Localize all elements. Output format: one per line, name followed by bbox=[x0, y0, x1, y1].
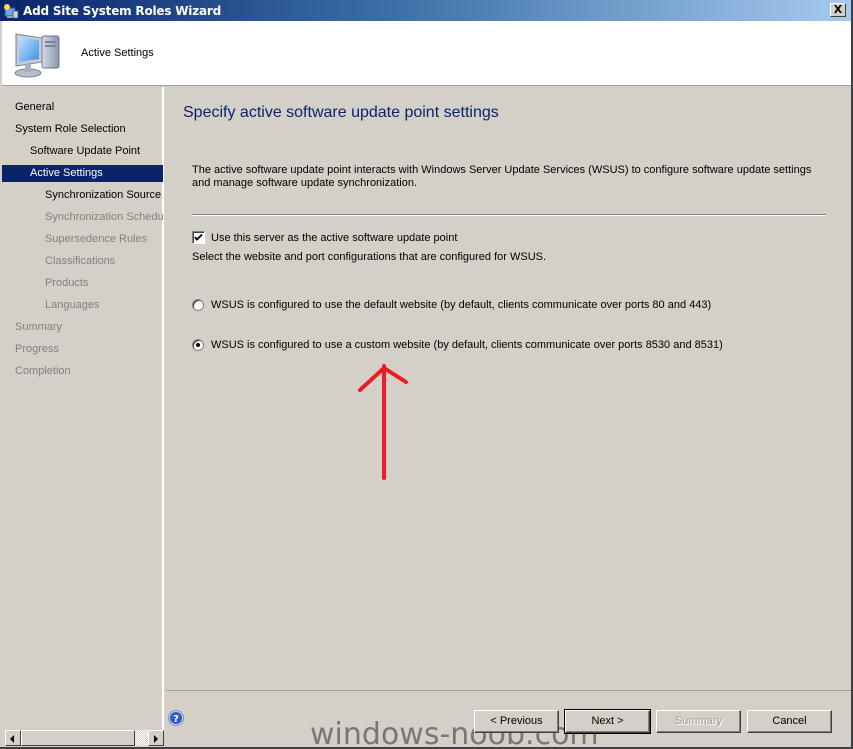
custom-website-option[interactable]: WSUS is configured to use a custom websi… bbox=[192, 339, 723, 351]
previous-button[interactable]: < Previous bbox=[474, 710, 559, 733]
next-button[interactable]: Next > bbox=[564, 709, 651, 734]
arrow-right-icon bbox=[154, 735, 158, 743]
arrow-left-icon bbox=[10, 735, 14, 743]
use-active-sup-option[interactable]: Use this server as the active software u… bbox=[192, 231, 457, 244]
separator bbox=[192, 214, 826, 216]
sidebar-item-classifications: Classifications bbox=[45, 255, 116, 267]
wizard-content: Specify active software update point set… bbox=[166, 87, 851, 707]
default-website-option[interactable]: WSUS is configured to use the default we… bbox=[192, 299, 711, 311]
default-website-label: WSUS is configured to use the default we… bbox=[211, 299, 712, 311]
cancel-button[interactable]: Cancel bbox=[747, 710, 832, 733]
custom-website-label: WSUS is configured to use a custom websi… bbox=[211, 339, 723, 351]
header-title: Active Settings bbox=[81, 47, 154, 59]
use-active-sup-label: Use this server as the active software u… bbox=[211, 231, 458, 244]
summary-button: Summary bbox=[656, 710, 741, 733]
sidebar-item-general[interactable]: General bbox=[2, 99, 163, 116]
sidebar-item-progress: Progress bbox=[15, 343, 60, 355]
wizard-window: Add Site System Roles Wizard X Active Se… bbox=[0, 0, 853, 749]
help-icon[interactable]: ? bbox=[168, 710, 184, 726]
red-arrow-annotation-icon bbox=[358, 364, 408, 480]
close-icon: X bbox=[833, 3, 843, 16]
sidebar-item-system-role-selection[interactable]: System Role Selection bbox=[2, 121, 163, 138]
wizard-app-icon bbox=[3, 3, 19, 19]
sidebar-item-products: Products bbox=[45, 277, 89, 289]
sidebar-item-completion: Completion bbox=[15, 365, 71, 377]
wizard-header: Active Settings bbox=[2, 21, 851, 86]
sidebar-item-languages: Languages bbox=[45, 299, 100, 311]
radio-selected-dot bbox=[196, 343, 200, 347]
custom-website-radio[interactable] bbox=[192, 339, 204, 351]
scroll-left-button[interactable] bbox=[5, 730, 21, 746]
checkmark-icon bbox=[194, 233, 203, 241]
description-text: The active software update point interac… bbox=[192, 164, 812, 189]
svg-text:?: ? bbox=[173, 714, 179, 725]
wizard-steps-sidebar: General System Role Selection Software U… bbox=[2, 87, 164, 732]
title-bar[interactable]: Add Site System Roles Wizard X bbox=[0, 0, 851, 21]
scroll-right-button[interactable] bbox=[148, 730, 164, 746]
sidebar-item-synchronization-source[interactable]: Synchronization Source bbox=[2, 187, 163, 204]
scrollbar-thumb[interactable] bbox=[21, 730, 135, 746]
use-active-sup-checkbox[interactable] bbox=[192, 231, 205, 244]
sidebar-horizontal-scrollbar[interactable] bbox=[2, 730, 164, 747]
sidebar-item-supersedence-rules: Supersedence Rules bbox=[45, 233, 148, 245]
page-title: Specify active software update point set… bbox=[183, 104, 499, 121]
scrollbar-track[interactable] bbox=[135, 730, 148, 746]
footer-separator bbox=[166, 690, 851, 691]
sidebar-item-summary: Summary bbox=[15, 321, 63, 333]
default-website-radio[interactable] bbox=[192, 299, 204, 311]
sidebar-item-software-update-point[interactable]: Software Update Point bbox=[2, 143, 163, 160]
computer-icon bbox=[12, 28, 64, 80]
close-button[interactable]: X bbox=[830, 3, 846, 17]
sidebar-item-active-settings[interactable]: Active Settings bbox=[2, 165, 163, 182]
select-instructions: Select the website and port configuratio… bbox=[192, 251, 547, 263]
window-title: Add Site System Roles Wizard bbox=[23, 3, 222, 18]
sidebar-item-synchronization-schedule: Synchronization Schedule bbox=[45, 211, 163, 223]
